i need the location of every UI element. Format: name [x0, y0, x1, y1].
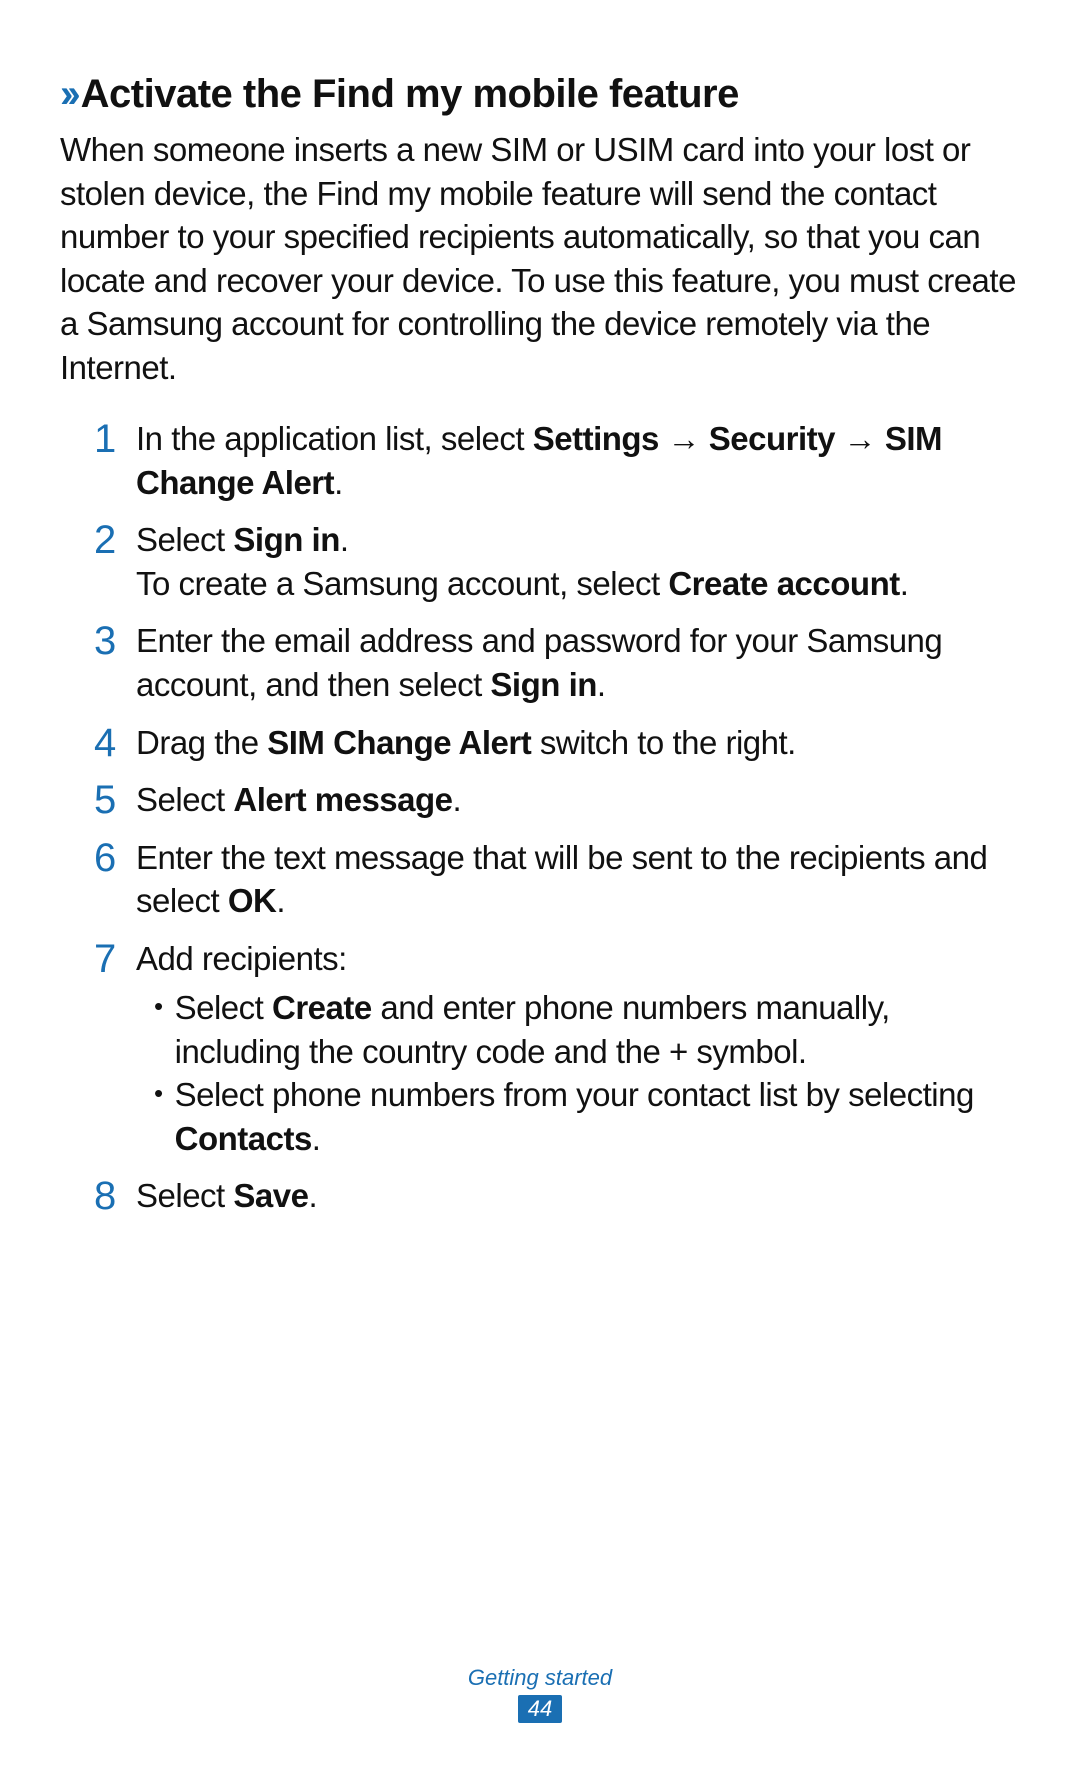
step-number: 6	[94, 836, 118, 923]
intro-paragraph: When someone inserts a new SIM or USIM c…	[60, 128, 1020, 389]
bold: Alert message	[233, 781, 452, 818]
text: .	[453, 781, 462, 818]
text: Select	[175, 989, 272, 1026]
bullet-icon: •	[154, 986, 163, 1073]
list-item: • Select Create and enter phone numbers …	[136, 986, 1020, 1073]
bold: Create account	[668, 565, 899, 602]
text: Select phone numbers from your contact l…	[175, 1076, 974, 1113]
step-4: 4 Drag the SIM Change Alert switch to th…	[94, 721, 1020, 765]
step-number: 5	[94, 778, 118, 822]
bold: Sign in	[233, 521, 340, 558]
text: In the application list, select	[136, 420, 533, 457]
step-8: 8 Select Save.	[94, 1174, 1020, 1218]
step-number: 8	[94, 1174, 118, 1218]
step-number: 3	[94, 619, 118, 706]
step-number: 1	[94, 417, 118, 504]
step-7: 7 Add recipients: • Select Create and en…	[94, 937, 1020, 1161]
step-text: Drag the SIM Change Alert switch to the …	[136, 721, 1020, 765]
step-5: 5 Select Alert message.	[94, 778, 1020, 822]
bold: Settings	[533, 420, 659, 457]
bold: Sign in	[490, 666, 597, 703]
text: .	[334, 464, 343, 501]
text: switch to the right.	[531, 724, 796, 761]
step-text: In the application list, select Settings…	[136, 417, 1020, 504]
text: .	[900, 565, 909, 602]
manual-page: ››Activate the Find my mobile feature Wh…	[0, 0, 1080, 1771]
arrow: →	[835, 420, 885, 457]
section-heading: ››Activate the Find my mobile feature	[60, 70, 1020, 118]
step-3: 3 Enter the email address and password f…	[94, 619, 1020, 706]
bold: Create	[272, 989, 372, 1026]
step-1: 1 In the application list, select Settin…	[94, 417, 1020, 504]
text: Select	[136, 521, 233, 558]
text: .	[597, 666, 606, 703]
bold: OK	[228, 882, 277, 919]
page-footer: Getting started 44	[0, 1665, 1080, 1723]
bullet-icon: •	[154, 1073, 163, 1160]
bold: Security	[709, 420, 835, 457]
text: .	[276, 882, 285, 919]
text: Drag the	[136, 724, 267, 761]
page-number-badge: 44	[518, 1695, 562, 1723]
step-text: Enter the email address and password for…	[136, 619, 1020, 706]
footer-section-label: Getting started	[0, 1665, 1080, 1691]
step-number: 7	[94, 937, 118, 1161]
heading-text: Activate the Find my mobile feature	[81, 72, 739, 116]
bold: SIM Change Alert	[267, 724, 531, 761]
bullet-text: Select phone numbers from your contact l…	[175, 1073, 1020, 1160]
step-text: Select Alert message.	[136, 778, 1020, 822]
step-2: 2 Select Sign in. To create a Samsung ac…	[94, 518, 1020, 605]
text: To create a Samsung account, select	[136, 565, 668, 602]
chevron-right-icon: ››	[60, 72, 75, 116]
step-text: Add recipients: • Select Create and ente…	[136, 937, 1020, 1161]
step-6: 6 Enter the text message that will be se…	[94, 836, 1020, 923]
text: .	[312, 1120, 321, 1157]
text: Add recipients:	[136, 937, 1020, 981]
arrow: →	[659, 420, 709, 457]
step-text: Enter the text message that will be sent…	[136, 836, 1020, 923]
step-text: Select Sign in. To create a Samsung acco…	[136, 518, 1020, 605]
step-number: 2	[94, 518, 118, 605]
list-item: • Select phone numbers from your contact…	[136, 1073, 1020, 1160]
step-number: 4	[94, 721, 118, 765]
steps-list: 1 In the application list, select Settin…	[60, 417, 1020, 1218]
text: Select	[136, 781, 233, 818]
bold: Save	[233, 1177, 308, 1214]
bold: Contacts	[175, 1120, 312, 1157]
text: .	[340, 521, 349, 558]
text: .	[308, 1177, 317, 1214]
bullet-text: Select Create and enter phone numbers ma…	[175, 986, 1020, 1073]
sub-bullets: • Select Create and enter phone numbers …	[136, 986, 1020, 1160]
step-text: Select Save.	[136, 1174, 1020, 1218]
text: Select	[136, 1177, 233, 1214]
